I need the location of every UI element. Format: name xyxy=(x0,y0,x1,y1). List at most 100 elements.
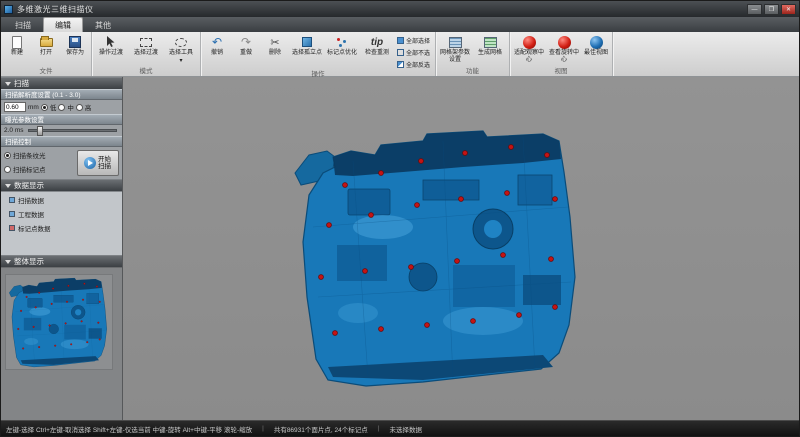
resolution-radio-low[interactable] xyxy=(41,104,48,111)
selection-status: 未选择数据 xyxy=(389,424,422,434)
scissors-icon: ✂ xyxy=(270,35,279,49)
save-icon xyxy=(69,36,81,48)
select-invert-button[interactable]: 全部反选 xyxy=(395,59,433,70)
window-controls: — ❐ ✕ xyxy=(747,4,796,15)
exposure-row: 2.0 ms xyxy=(1,125,122,136)
scan-control-row: 扫描条纹光 扫描标记点 开始扫描 xyxy=(1,147,122,179)
select-all-button[interactable]: 全部选择 xyxy=(395,35,433,46)
select-invert-icon xyxy=(397,61,404,68)
viewport-3d[interactable] xyxy=(123,77,799,420)
exposure-slider-thumb[interactable] xyxy=(37,126,43,136)
select-mode-button[interactable]: 选择过渡 xyxy=(129,33,163,67)
data-node-icon xyxy=(9,225,15,231)
mesh-grid-icon xyxy=(449,37,462,48)
app-icon xyxy=(4,5,13,14)
select-all-icon xyxy=(397,37,404,44)
maximize-button[interactable]: ❐ xyxy=(764,4,779,15)
select-isolated-button[interactable]: 选择孤立点 xyxy=(290,33,324,70)
overview-thumbnail[interactable] xyxy=(1,267,122,420)
tab-edit[interactable]: 编辑 xyxy=(43,17,83,32)
mouse-hints: 左键-选择 Ctrl+左键-取消选择 Shift+左键-仅选当前 中键-旋转 A… xyxy=(6,424,252,434)
marker-dots-icon xyxy=(336,37,348,47)
rotate-center-button[interactable]: 查看旋转中心 xyxy=(547,33,581,67)
group-label-file: 文件 xyxy=(3,67,89,76)
delete-button[interactable]: ✂ 删除 xyxy=(261,33,289,70)
group-label-func: 功能 xyxy=(438,67,507,76)
title-bar: 多维激光三维扫描仪 — ❐ ✕ xyxy=(1,1,799,17)
fit-center-icon xyxy=(523,36,536,49)
select-tool-button[interactable]: 选择工具 ▾ xyxy=(164,33,198,67)
undo-button[interactable]: ↶ 撤销 xyxy=(203,33,231,70)
resolution-row: mm 低 中 高 xyxy=(1,100,122,114)
fit-view-center-button[interactable]: 适配观察中心 xyxy=(512,33,546,67)
generate-mesh-button[interactable]: 生成网格 xyxy=(473,33,507,67)
operate-mode-button[interactable]: 操作过渡 xyxy=(94,33,128,67)
redo-button[interactable]: ↷ 重做 xyxy=(232,33,260,70)
data-tree: 扫描数据 工程数据 标记点数据 xyxy=(1,191,122,255)
scanned-model xyxy=(123,77,800,422)
cursor-icon xyxy=(106,36,116,48)
rotate-center-icon xyxy=(558,36,571,49)
selection-stack: 全部选择 全部不选 全部反选 xyxy=(395,33,433,70)
ribbon-group-view: 适配观察中心 查看旋转中心 最佳视图 视图 xyxy=(510,32,613,76)
close-button[interactable]: ✕ xyxy=(781,4,796,15)
ribbon-group-file: 新建 打开 保存为 文件 xyxy=(1,32,92,76)
collapse-icon xyxy=(5,184,11,188)
resolution-input[interactable] xyxy=(4,102,26,112)
save-as-button[interactable]: 保存为 xyxy=(61,33,89,67)
minimize-button[interactable]: — xyxy=(747,4,762,15)
undo-icon: ↶ xyxy=(212,35,222,49)
marker-radio[interactable] xyxy=(4,166,11,173)
overview-panel-header[interactable]: 整体显示 xyxy=(1,255,122,267)
start-scan-button[interactable]: 开始扫描 xyxy=(77,150,119,176)
open-folder-icon xyxy=(40,38,53,47)
resolution-header: 扫描解析度设置 (0.1 - 3.0) xyxy=(1,89,122,100)
data-node-icon xyxy=(9,211,15,217)
collapse-icon xyxy=(5,82,11,86)
new-button[interactable]: 新建 xyxy=(3,33,31,67)
tree-item-project-data[interactable]: 工程数据 xyxy=(9,209,122,219)
resolution-unit: mm xyxy=(28,104,39,111)
lasso-icon xyxy=(175,38,187,47)
resolution-radio-high[interactable] xyxy=(76,104,83,111)
tab-scan[interactable]: 扫描 xyxy=(4,18,42,32)
ribbon-tab-bar: 扫描 编辑 其他 xyxy=(1,17,799,32)
data-node-icon xyxy=(9,197,15,203)
ribbon-group-ops: ↶ 撤销 ↷ 重做 ✂ 删除 选择孤立点 标记点优化 tip 检查重测 xyxy=(201,32,436,76)
cube-icon xyxy=(302,37,312,47)
scan-panel-header[interactable]: 扫描 xyxy=(1,77,122,89)
scan-control-header: 扫描控制 xyxy=(1,136,122,147)
redo-icon: ↷ xyxy=(241,35,251,49)
data-panel-header[interactable]: 数据显示 xyxy=(1,179,122,191)
scan-mode-marker[interactable]: 扫描标记点 xyxy=(4,164,74,174)
ribbon-group-mode: 操作过渡 选择过渡 选择工具 ▾ 模式 xyxy=(92,32,201,76)
open-button[interactable]: 打开 xyxy=(32,33,60,67)
best-view-button[interactable]: 最佳视图 xyxy=(582,33,610,67)
status-separator: | xyxy=(262,425,264,432)
exposure-header: 曝光参数设置 xyxy=(1,114,122,125)
tree-item-scan-data[interactable]: 扫描数据 xyxy=(9,195,122,205)
status-separator: | xyxy=(378,425,380,432)
ribbon: 新建 打开 保存为 文件 操作过渡 xyxy=(1,32,799,77)
window-title: 多维激光三维扫描仪 xyxy=(17,4,94,15)
tab-other[interactable]: 其他 xyxy=(84,18,122,32)
main-area: 扫描 扫描解析度设置 (0.1 - 3.0) mm 低 中 高 曝光参数设置 2… xyxy=(1,77,799,420)
stripe-radio[interactable] xyxy=(4,152,11,159)
select-none-button[interactable]: 全部不选 xyxy=(395,47,433,58)
group-label-view: 视图 xyxy=(512,67,610,76)
select-none-icon xyxy=(397,49,404,56)
status-bar: 左键-选择 Ctrl+左键-取消选择 Shift+左键-仅选当前 中键-旋转 A… xyxy=(1,420,799,436)
sidebar: 扫描 扫描解析度设置 (0.1 - 3.0) mm 低 中 高 曝光参数设置 2… xyxy=(1,77,123,420)
marker-optimize-button[interactable]: 标记点优化 xyxy=(325,33,359,70)
recheck-button[interactable]: tip 检查重测 xyxy=(360,33,394,70)
tree-item-marker-data[interactable]: 标记点数据 xyxy=(9,223,122,233)
ribbon-group-func: 网格架参数设置 生成网格 功能 xyxy=(436,32,510,76)
exposure-value: 2.0 ms xyxy=(4,127,24,134)
resolution-radio-mid[interactable] xyxy=(58,104,65,111)
best-view-icon xyxy=(590,36,603,49)
selection-rect-icon xyxy=(140,38,152,47)
mesh-params-button[interactable]: 网格架参数设置 xyxy=(438,33,472,67)
exposure-slider[interactable] xyxy=(28,129,117,132)
scan-mode-stripe[interactable]: 扫描条纹光 xyxy=(4,150,74,160)
new-document-icon xyxy=(12,36,22,49)
